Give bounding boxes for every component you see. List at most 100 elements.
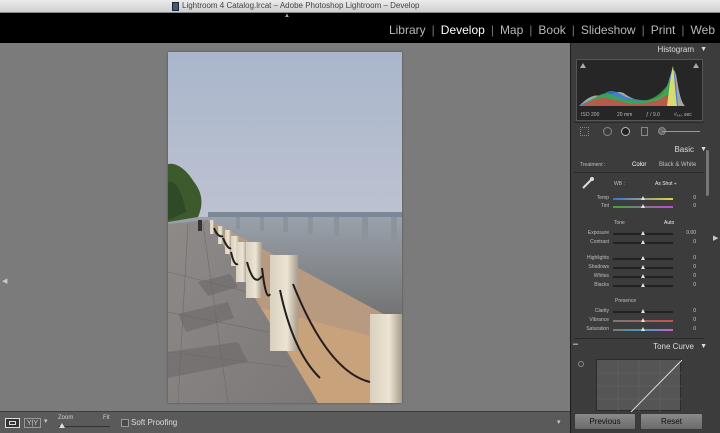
- temp-slider-thumb[interactable]: [641, 196, 645, 200]
- histogram-panel-header[interactable]: Histogram ▼: [570, 43, 712, 57]
- clarity-value[interactable]: 0: [678, 308, 696, 314]
- tint-value[interactable]: 0: [678, 203, 696, 209]
- whites-slider-thumb[interactable]: [641, 274, 645, 278]
- expand-top-panel-icon[interactable]: ▲: [284, 13, 290, 19]
- treatment-label: Treatment :: [580, 162, 606, 168]
- brush-slider-track[interactable]: [662, 131, 700, 132]
- tint-label: Tint: [600, 203, 609, 209]
- saturation-label: Saturation: [586, 326, 609, 332]
- contrast-slider-thumb[interactable]: [641, 240, 645, 244]
- expand-left-panel-icon[interactable]: ◀: [2, 277, 7, 285]
- view-mode-caret-icon[interactable]: ▾: [44, 417, 48, 425]
- module-separator: |: [571, 23, 575, 37]
- temp-label: Temp: [596, 195, 609, 201]
- previous-button[interactable]: Previous: [574, 413, 636, 430]
- targeted-adjustment-icon[interactable]: [578, 361, 584, 367]
- contrast-label: Contrast: [590, 239, 609, 245]
- shutter-readout: ¹⁄₆₄₀ sec: [674, 112, 692, 118]
- histogram-graph: [579, 66, 685, 106]
- crop-tool-icon[interactable]: [580, 127, 589, 136]
- document-icon: [172, 2, 179, 11]
- zoom-slider-track[interactable]: [58, 426, 110, 427]
- toolbar-options-caret-icon[interactable]: ▾: [557, 418, 561, 426]
- shadows-label: Shadows: [588, 264, 609, 270]
- basic-title: Basic: [674, 145, 694, 154]
- blacks-slider-thumb[interactable]: [641, 283, 645, 287]
- wb-preset-dropdown[interactable]: As Shot ÷: [655, 181, 677, 187]
- vibrance-value[interactable]: 0: [678, 317, 696, 323]
- shadows-slider-thumb[interactable]: [641, 265, 645, 269]
- whites-label: Whites: [593, 273, 609, 279]
- iso-readout: ISO 200: [581, 112, 600, 118]
- blacks-value[interactable]: 0: [678, 282, 696, 288]
- soft-proofing-checkbox[interactable]: [121, 419, 129, 427]
- graduated-filter-icon[interactable]: [641, 127, 648, 136]
- treatment-bw-option[interactable]: Black & White: [659, 162, 696, 168]
- lightroom-window: Lightroom 4 Catalog.lrcat – Adobe Photos…: [0, 0, 720, 433]
- focal-length-readout: 20 mm: [617, 112, 633, 118]
- contrast-value[interactable]: 0: [678, 239, 696, 245]
- loupe-view-button[interactable]: [5, 418, 20, 428]
- module-slideshow[interactable]: Slideshow: [580, 23, 637, 37]
- collapse-right-panel-icon[interactable]: ▶: [713, 234, 718, 242]
- module-develop[interactable]: Develop: [440, 23, 486, 37]
- reset-button[interactable]: Reset: [640, 413, 703, 430]
- red-eye-tool-icon[interactable]: [621, 127, 630, 136]
- presence-label: Presence: [615, 298, 637, 304]
- module-separator: |: [641, 23, 645, 37]
- exposure-slider-thumb[interactable]: [641, 231, 645, 235]
- highlights-slider-thumb[interactable]: [641, 256, 645, 260]
- module-separator: |: [431, 23, 435, 37]
- window-title: Lightroom 4 Catalog.lrcat – Adobe Photos…: [182, 1, 420, 10]
- tone-curve-line: [597, 360, 682, 412]
- panel-divider: [574, 338, 704, 339]
- tone-curve-panel-header[interactable]: Tone Curve ▼: [570, 340, 712, 354]
- whites-value[interactable]: 0: [678, 273, 696, 279]
- clarity-label: Clarity: [594, 308, 609, 314]
- zoom-slider-thumb[interactable]: [59, 423, 65, 428]
- photo-preview[interactable]: [168, 52, 402, 403]
- clarity-slider-thumb[interactable]: [641, 309, 645, 313]
- wb-label: WB :: [614, 181, 625, 187]
- module-print[interactable]: Print: [650, 23, 677, 37]
- module-web[interactable]: Web: [690, 23, 716, 37]
- module-library[interactable]: Library: [388, 23, 427, 37]
- histogram-title: Histogram: [657, 45, 694, 54]
- module-picker-bar: ▲ Library | Develop | Map | Book | Slide…: [0, 13, 720, 43]
- vibrance-label: Vibrance: [589, 317, 609, 323]
- panel-divider: [574, 172, 704, 173]
- histogram-collapse-icon[interactable]: ▼: [700, 46, 707, 53]
- module-separator: |: [529, 23, 533, 37]
- basic-collapse-icon[interactable]: ▼: [700, 146, 707, 153]
- tone-curve-graph[interactable]: [596, 359, 682, 412]
- exposure-label: Exposure: [587, 230, 609, 236]
- white-balance-selector-icon[interactable]: [581, 176, 595, 190]
- bottom-toolbar: Y|Y ▾ Zoom Fit Soft Proofing ▾: [0, 411, 570, 433]
- vibrance-slider-thumb[interactable]: [641, 318, 645, 322]
- highlights-label: Highlights: [587, 255, 609, 261]
- spot-removal-tool-icon[interactable]: [603, 127, 612, 136]
- saturation-slider-thumb[interactable]: [641, 327, 645, 331]
- soft-proofing-label: Soft Proofing: [131, 418, 178, 427]
- fit-label: Fit: [103, 415, 110, 421]
- tone-curve-title: Tone Curve: [653, 342, 694, 351]
- histogram-display[interactable]: ISO 200 20 mm ƒ / 9.0 ¹⁄₆₄₀ sec: [576, 59, 703, 121]
- tint-slider-thumb[interactable]: [641, 204, 645, 208]
- treatment-color-option[interactable]: Color: [632, 162, 646, 168]
- tone-auto-button[interactable]: Auto: [664, 220, 674, 226]
- shadows-value[interactable]: 0: [678, 264, 696, 270]
- module-separator: |: [490, 23, 494, 37]
- tone-curve-collapse-icon[interactable]: ▼: [700, 343, 707, 350]
- module-separator: |: [681, 23, 685, 37]
- basic-panel-header[interactable]: Basic ▼: [570, 143, 712, 157]
- saturation-value[interactable]: 0: [678, 326, 696, 332]
- module-picker: Library | Develop | Map | Book | Slidesh…: [388, 23, 716, 37]
- highlights-value[interactable]: 0: [678, 255, 696, 261]
- window-title-bar: Lightroom 4 Catalog.lrcat – Adobe Photos…: [0, 0, 720, 13]
- exposure-value[interactable]: 0.00: [678, 230, 696, 236]
- aperture-readout: ƒ / 9.0: [646, 112, 660, 118]
- module-book[interactable]: Book: [537, 23, 566, 37]
- before-after-view-button[interactable]: Y|Y: [24, 418, 41, 428]
- temp-value[interactable]: 0: [678, 195, 696, 201]
- module-map[interactable]: Map: [499, 23, 524, 37]
